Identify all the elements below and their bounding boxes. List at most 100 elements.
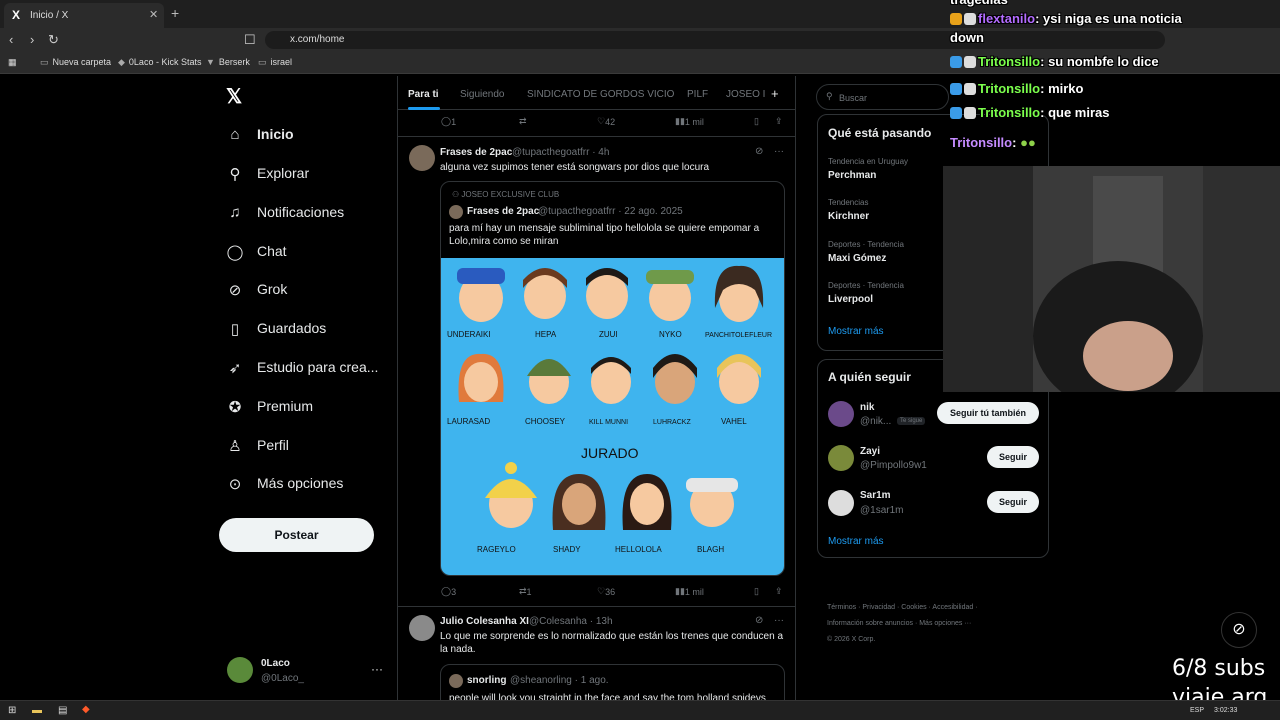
views-button[interactable]: ▮▮ 1 mil bbox=[675, 116, 704, 127]
reply-button[interactable]: ◯ 1 bbox=[441, 116, 456, 127]
browser-icon[interactable]: ◆ bbox=[82, 704, 90, 715]
search-icon: ⚲ bbox=[826, 91, 833, 101]
bookmark-page-icon[interactable]: ☐ bbox=[244, 32, 256, 48]
post-text: Lo que me sorprende es lo normalizado qu… bbox=[440, 631, 784, 655]
footer-line[interactable]: Información sobre anuncios · Más opcione… bbox=[827, 616, 1047, 632]
app-icon[interactable]: ▤ bbox=[58, 705, 67, 716]
tab-pilf[interactable]: PILF bbox=[687, 89, 708, 100]
tab-siguiendo[interactable]: Siguiendo bbox=[460, 89, 504, 100]
account-avatar[interactable] bbox=[227, 657, 253, 683]
x-logo-icon[interactable]: 𝕏 bbox=[226, 84, 242, 109]
tab-para-ti[interactable]: Para ti bbox=[408, 89, 439, 100]
bookmark-item[interactable]: ▭ israel bbox=[258, 57, 292, 68]
premium-icon: ✪ bbox=[228, 399, 242, 416]
grok-floating-button[interactable]: ⊘ bbox=[1221, 612, 1257, 648]
start-icon[interactable]: ⊞ bbox=[8, 705, 16, 716]
face bbox=[591, 357, 631, 404]
face bbox=[653, 354, 697, 404]
share-icon[interactable]: ⇪ bbox=[775, 116, 783, 127]
bookmark-icon[interactable]: ▯ bbox=[754, 116, 759, 127]
rocket-icon: ➶ bbox=[228, 360, 242, 377]
follow-button[interactable]: Seguir bbox=[987, 446, 1039, 468]
contestant-label: SHADY bbox=[553, 545, 581, 554]
grok-icon[interactable]: ⊘ bbox=[755, 615, 763, 626]
bookmark-icon[interactable]: ▯ bbox=[754, 586, 759, 597]
clock[interactable]: 3:02:33 bbox=[1214, 707, 1237, 714]
browser-tab[interactable]: X Inicio / X ✕ bbox=[4, 3, 164, 28]
face bbox=[457, 268, 505, 322]
face bbox=[458, 353, 504, 402]
bell-icon: ♫ bbox=[229, 204, 241, 221]
tab-joseo[interactable]: JOSEO I bbox=[726, 89, 765, 100]
face bbox=[523, 268, 567, 319]
badge-icon bbox=[950, 107, 962, 119]
apps-icon[interactable]: ▦ bbox=[8, 57, 17, 68]
follow-name[interactable]: nik bbox=[860, 402, 874, 413]
account-name: 0Laco bbox=[261, 658, 290, 669]
search-placeholder: Buscar bbox=[839, 93, 868, 103]
contestant-label: PANCHITOLEFLEUR bbox=[705, 332, 772, 339]
avatar[interactable] bbox=[828, 445, 854, 471]
more-icon[interactable]: ··· bbox=[774, 146, 784, 157]
quoted-post[interactable]: ⚇ JOSEO EXCLUSIVE CLUB Frases de 2pac @t… bbox=[440, 181, 785, 576]
like-button[interactable]: ♡ 36 bbox=[597, 586, 615, 597]
trend-item[interactable]: Kirchner bbox=[828, 211, 869, 222]
quote-handle: @tupacthegoatfrr · 22 ago. 2025 bbox=[538, 206, 683, 217]
tab-sindicato[interactable]: SINDICATO DE GORDOS VICIO bbox=[527, 89, 674, 100]
post-author[interactable]: Frases de 2pac bbox=[440, 147, 512, 158]
show-more-link[interactable]: Mostrar más bbox=[828, 536, 884, 547]
follow-name[interactable]: Zayi bbox=[860, 446, 880, 457]
avatar[interactable] bbox=[409, 615, 435, 641]
face bbox=[527, 359, 571, 404]
jurado-label: JURADO bbox=[581, 445, 639, 461]
language-indicator[interactable]: ESP bbox=[1190, 707, 1204, 714]
avatar[interactable] bbox=[828, 401, 854, 427]
community-label: ⚇ JOSEO EXCLUSIVE CLUB bbox=[452, 190, 560, 199]
tournament-image[interactable]: UNDERAIKI HEPA ZUUI NYKO PANCHITOLEFLEUR… bbox=[441, 258, 784, 575]
trend-context: Deportes · Tendencia bbox=[828, 281, 904, 290]
grok-icon[interactable]: ⊘ bbox=[755, 146, 763, 157]
bookmark-item[interactable]: ▼ Berserk bbox=[206, 57, 250, 67]
account-handle: @0Laco_ bbox=[261, 673, 304, 684]
views-button[interactable]: ▮▮ 1 mil bbox=[675, 586, 704, 597]
follow-button[interactable]: Seguir bbox=[987, 491, 1039, 513]
share-icon[interactable]: ⇪ bbox=[775, 586, 783, 597]
chat-line: Tritonsillo: su nombfe lo dice bbox=[950, 54, 1159, 69]
bookmark-item[interactable]: ◆ 0Laco - Kick Stats bbox=[118, 57, 201, 68]
bookmark-icon: ▯ bbox=[230, 321, 240, 338]
badge-icon bbox=[950, 13, 962, 25]
new-tab-icon[interactable]: + bbox=[171, 5, 179, 21]
trend-item[interactable]: Perchman bbox=[828, 170, 876, 181]
avatar bbox=[449, 205, 463, 219]
follow-back-button[interactable]: Seguir tú también bbox=[937, 402, 1039, 424]
back-icon[interactable]: ‹ bbox=[9, 32, 13, 47]
follow-name[interactable]: Sar1m bbox=[860, 490, 891, 501]
folder-icon[interactable]: ▬ bbox=[32, 705, 42, 716]
reload-icon[interactable]: ↻ bbox=[48, 32, 59, 48]
post-author[interactable]: Julio Colesanha XI bbox=[440, 616, 529, 627]
reply-button[interactable]: ◯ 3 bbox=[441, 586, 456, 597]
repost-button[interactable]: ⇄ 1 bbox=[519, 586, 532, 597]
divider bbox=[398, 606, 795, 607]
more-icon[interactable]: ··· bbox=[774, 615, 784, 626]
close-tab-icon[interactable]: ✕ bbox=[149, 8, 158, 21]
repost-button[interactable]: ⇄ bbox=[519, 116, 527, 127]
search-input[interactable]: ⚲ Buscar bbox=[816, 84, 949, 110]
post-button[interactable]: Postear bbox=[219, 518, 374, 552]
forward-icon[interactable]: › bbox=[30, 32, 34, 47]
trend-item[interactable]: Liverpool bbox=[828, 294, 873, 305]
face bbox=[586, 268, 628, 319]
like-button[interactable]: ♡ 42 bbox=[597, 116, 615, 127]
home-icon: ⌂ bbox=[230, 126, 240, 143]
contestant-label: UNDERAIKI bbox=[447, 330, 491, 339]
quote-handle: @sheanorling · 1 ago. bbox=[510, 675, 609, 686]
avatar[interactable] bbox=[828, 490, 854, 516]
avatar[interactable] bbox=[409, 145, 435, 171]
account-more-icon[interactable]: ··· bbox=[371, 662, 383, 676]
show-more-link[interactable]: Mostrar más bbox=[828, 326, 884, 337]
post-text: alguna vez supimos tener está songwars p… bbox=[440, 162, 710, 173]
footer-line[interactable]: Términos · Privacidad · Cookies · Accesi… bbox=[827, 600, 1047, 616]
bookmark-item[interactable]: ▭ Nueva carpeta bbox=[40, 57, 111, 68]
trend-item[interactable]: Maxi Gómez bbox=[828, 253, 886, 264]
add-tab-icon[interactable]: + bbox=[771, 86, 779, 101]
